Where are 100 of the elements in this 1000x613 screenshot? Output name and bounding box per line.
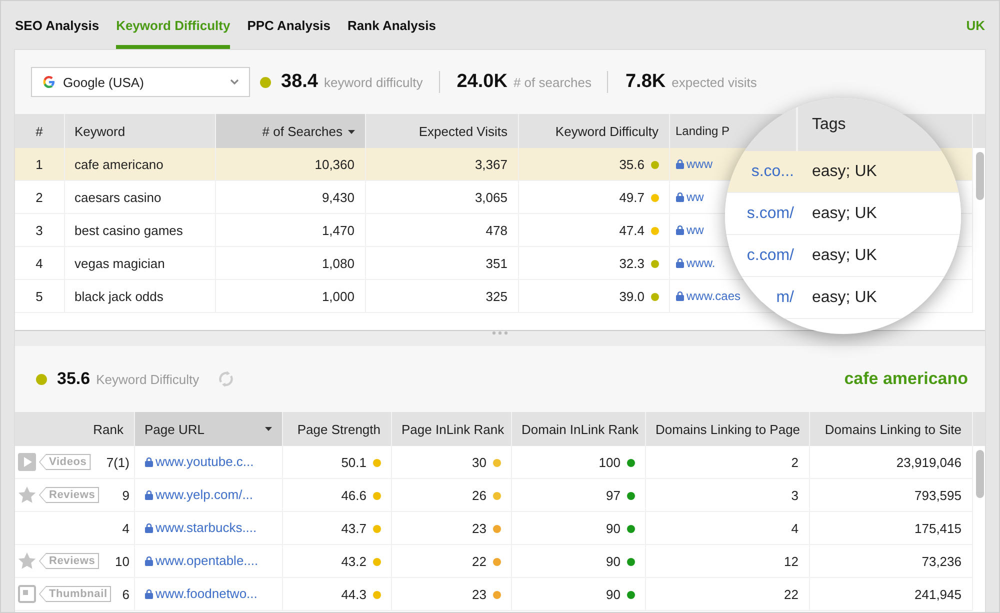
lock-icon xyxy=(676,192,684,202)
lock-icon xyxy=(676,290,684,300)
table-cell: 3,367 xyxy=(365,148,518,180)
table-cell: 47.4 xyxy=(619,222,644,238)
url-link[interactable]: ww xyxy=(686,222,704,236)
table-cell: 22 xyxy=(645,578,809,610)
keyword-title: cafe americano xyxy=(844,369,968,389)
table-cell: 97 xyxy=(606,488,620,502)
tab[interactable]: SEO Analysis xyxy=(15,1,100,49)
table-cell: 4 xyxy=(645,512,809,544)
table-cell: 22 xyxy=(472,554,486,568)
table-cell: 39.0 xyxy=(619,288,644,304)
table-cell: 43.2 xyxy=(341,554,366,568)
table-cell: 4 xyxy=(122,520,130,536)
table-cell: 4 xyxy=(15,246,64,280)
column-header[interactable]: Page Strength xyxy=(282,412,391,446)
splitter-handle-icon[interactable] xyxy=(492,331,508,335)
table-cell: 9 xyxy=(122,488,130,502)
table-cell: cafe americano xyxy=(64,148,215,180)
tags-cell-text: easy; UK xyxy=(811,246,877,264)
lock-icon xyxy=(676,224,684,234)
table-cell: 10 xyxy=(115,554,130,568)
table-cell: 3,065 xyxy=(365,180,518,214)
url-link[interactable]: s.com/ xyxy=(746,204,794,222)
column-header[interactable]: Domains Linking to Page xyxy=(645,412,809,446)
url-link[interactable]: www.opentable.... xyxy=(156,553,258,568)
table-cell: 2 xyxy=(645,446,809,478)
stat-value: 24.0K xyxy=(456,71,508,93)
tab[interactable]: Rank Analysis xyxy=(348,1,436,49)
g-logo-icon xyxy=(42,75,56,89)
star-icon xyxy=(18,552,36,570)
url-link[interactable]: ww xyxy=(686,190,704,204)
table-cell: 90 xyxy=(606,586,620,602)
lock-icon xyxy=(144,456,152,467)
result-type-tag: Reviews xyxy=(39,553,100,569)
url-link[interactable]: m/ xyxy=(776,288,794,306)
column-header[interactable]: Expected Visits xyxy=(365,114,518,148)
table-cell: black jack odds xyxy=(64,280,215,312)
url-link[interactable]: www.youtube.c... xyxy=(156,454,254,470)
column-header[interactable]: Domain InLink Rank xyxy=(511,412,645,446)
table-cell: vegas magician xyxy=(64,246,215,280)
region-label: UK xyxy=(966,18,985,32)
stat-label: # of searches xyxy=(513,75,592,90)
score-label: Keyword Difficulty xyxy=(96,372,200,386)
table-cell: 43.7 xyxy=(341,520,366,536)
column-header[interactable]: Keyword Difficulty xyxy=(518,114,669,148)
table-cell: 50.1 xyxy=(341,454,366,470)
column-header[interactable]: Domains Linking to Site xyxy=(809,412,972,446)
table-cell: 44.3 xyxy=(341,586,366,602)
table-cell: 49.7 xyxy=(619,190,644,204)
url-link[interactable]: www.foodnetwo... xyxy=(156,586,258,602)
column-header[interactable]: Rank xyxy=(15,412,134,446)
caret-icon xyxy=(348,130,354,134)
table-cell: 7(1) xyxy=(106,454,130,470)
column-header[interactable]: Page InLink Rank xyxy=(391,412,511,446)
table-cell: 23 xyxy=(472,586,486,602)
table-cell: best casino games xyxy=(64,214,215,246)
lock-icon xyxy=(144,522,152,533)
scrollbar-thumb[interactable] xyxy=(976,152,984,200)
url-link[interactable]: www.yelp.com/... xyxy=(156,487,254,502)
search-engine-dropdown[interactable]: Google (USA) xyxy=(31,67,250,97)
table-cell: 26 xyxy=(472,488,486,502)
column-header[interactable]: Page URL xyxy=(134,412,282,446)
table-cell: 100 xyxy=(598,454,620,470)
url-link[interactable]: www xyxy=(686,156,712,170)
url-link[interactable]: www. xyxy=(686,256,716,270)
url-link[interactable]: www.starbucks.... xyxy=(156,520,257,536)
table-cell: 12 xyxy=(645,544,809,578)
table-cell: 1 xyxy=(15,148,64,180)
table-cell: 6 xyxy=(122,586,130,602)
table-row[interactable]: s.co... easy; UK xyxy=(725,151,961,193)
column-header[interactable]: # xyxy=(15,114,64,148)
url-link[interactable]: c.com/ xyxy=(746,246,794,264)
table-cell: 30 xyxy=(472,454,486,470)
table-cell: 478 xyxy=(365,214,518,246)
lock-icon xyxy=(676,158,684,168)
table-cell: caesars casino xyxy=(64,180,215,214)
tags-cell-text: easy; UK xyxy=(811,288,877,306)
result-type-tag: Videos xyxy=(39,454,91,470)
column-header[interactable]: # of Searches xyxy=(215,114,365,148)
stat-value: 38.4 xyxy=(281,71,318,93)
table-row[interactable]: c.com/ easy; UK xyxy=(725,235,961,277)
score-value: 35.6 xyxy=(57,369,90,389)
url-link[interactable]: s.co... xyxy=(751,162,794,180)
table-cell: 10,360 xyxy=(215,148,365,180)
table-row[interactable]: s.com/ easy; UK xyxy=(725,193,961,235)
column-header[interactable]: Keyword xyxy=(64,114,215,148)
table-cell: 23,919,046 xyxy=(809,446,972,478)
lock-icon xyxy=(144,556,152,566)
table-cell: 5 xyxy=(15,280,64,312)
refresh-icon[interactable] xyxy=(217,370,236,388)
table-cell: 32.3 xyxy=(619,256,644,270)
table-cell: 241,945 xyxy=(809,578,972,610)
tab[interactable]: PPC Analysis xyxy=(247,1,331,49)
caret-icon xyxy=(264,427,272,431)
star-icon xyxy=(18,486,36,504)
lock-icon xyxy=(144,588,152,599)
scrollbar-thumb[interactable] xyxy=(976,450,984,498)
table-cell: 793,595 xyxy=(809,478,972,512)
table-cell: 1,000 xyxy=(215,280,365,312)
